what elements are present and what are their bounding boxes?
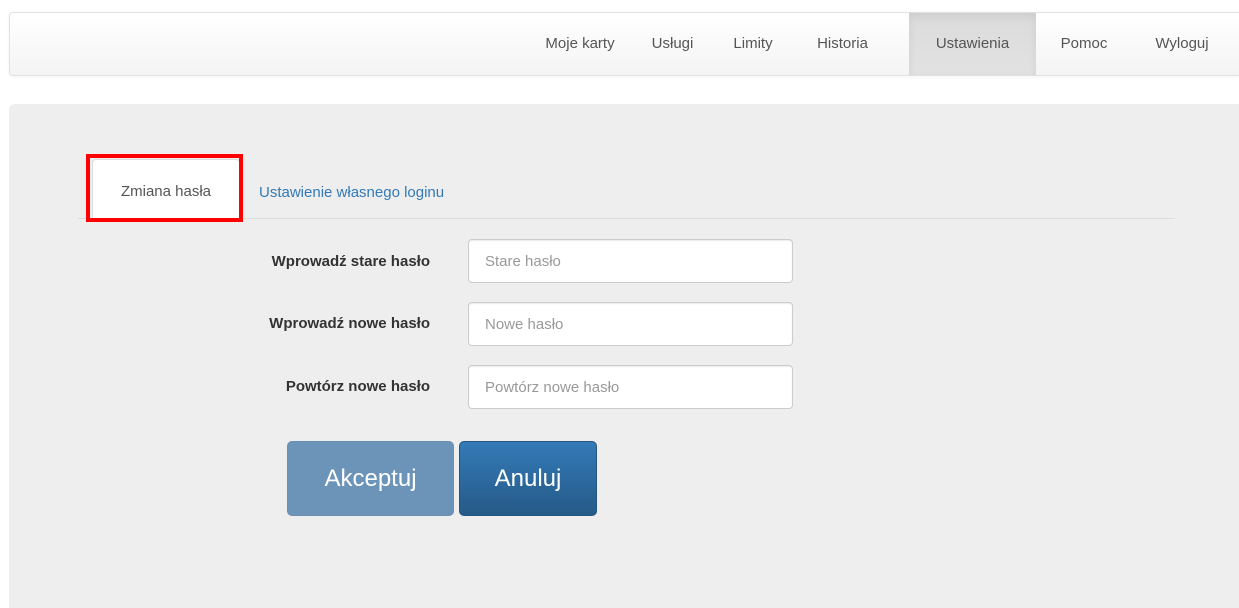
old-password-label: Wprowadź stare hasło bbox=[271, 253, 430, 270]
tab-change-password[interactable]: Zmiana hasła bbox=[92, 159, 240, 219]
nav-item-ustawienia[interactable]: Ustawienia bbox=[909, 13, 1036, 75]
nav-menu: Moje karty Usługi Limity Historia Ustawi… bbox=[10, 13, 1239, 75]
new-password-label: Wprowadź nowe hasło bbox=[269, 315, 430, 332]
repeat-password-input[interactable] bbox=[468, 365, 793, 409]
old-password-input[interactable] bbox=[468, 239, 793, 283]
nav-item-pomoc[interactable]: Pomoc bbox=[1036, 13, 1132, 75]
repeat-password-label: Powtórz nowe hasło bbox=[285, 378, 430, 395]
nav-item-historia[interactable]: Historia bbox=[793, 13, 892, 75]
nav-item-wyloguj[interactable]: Wyloguj bbox=[1134, 13, 1230, 75]
accept-button[interactable]: Akceptuj bbox=[287, 441, 454, 516]
cancel-button[interactable]: Anuluj bbox=[459, 441, 597, 516]
tabs-divider bbox=[78, 218, 1175, 219]
tab-set-own-login[interactable]: Ustawienie własnego loginu bbox=[259, 182, 444, 204]
new-password-input[interactable] bbox=[468, 302, 793, 346]
top-navbar: Moje karty Usługi Limity Historia Ustawi… bbox=[9, 12, 1239, 76]
nav-item-moje-karty[interactable]: Moje karty bbox=[528, 13, 632, 75]
nav-item-limity[interactable]: Limity bbox=[713, 13, 793, 75]
nav-item-uslugi[interactable]: Usługi bbox=[632, 13, 713, 75]
